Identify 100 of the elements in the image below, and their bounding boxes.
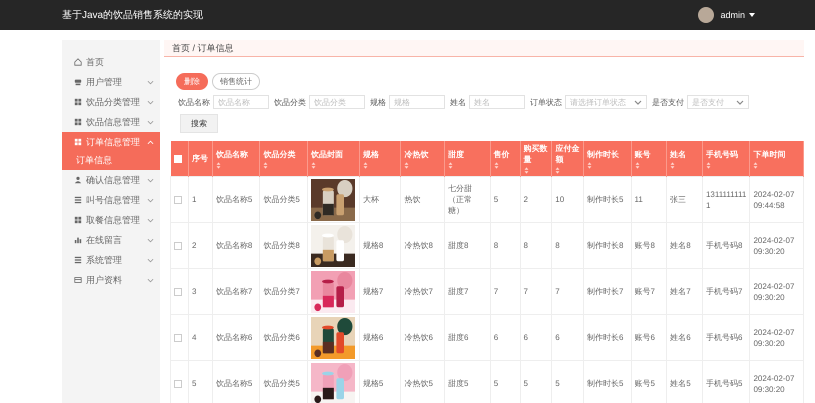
- sort-icon[interactable]: [310, 162, 316, 168]
- table-cell: 8: [494, 241, 498, 250]
- sort-icon[interactable]: [448, 162, 454, 168]
- table-cell: 2: [192, 241, 196, 250]
- chevron-icon: [147, 258, 154, 262]
- table-cell: 5: [192, 379, 196, 388]
- table-cell: 7: [555, 287, 560, 296]
- table-cell: 2024-02-07 09:30:20: [753, 236, 794, 256]
- caret-icon[interactable]: [749, 13, 755, 17]
- sort-icon[interactable]: [587, 162, 592, 168]
- sort-icon[interactable]: [555, 167, 560, 174]
- table-cell: 热饮: [404, 195, 420, 204]
- input-field[interactable]: 饮品分类: [309, 95, 365, 109]
- sidebar-item[interactable]: 用户管理: [62, 72, 160, 92]
- sort-icon[interactable]: [404, 162, 410, 168]
- select-field[interactable]: 是否支付: [687, 95, 749, 109]
- table-cell: 饮品名称5: [216, 379, 252, 388]
- column-header: 序号: [192, 153, 209, 164]
- table-cell: 规格7: [362, 287, 384, 296]
- sidebar-item[interactable]: 订单信息管理: [62, 132, 160, 152]
- table-cell: 饮品名称8: [216, 241, 252, 250]
- table-cell: 姓名8: [670, 241, 691, 250]
- filter-label: 是否支付: [652, 96, 684, 108]
- table-cell: 冷热饮6: [404, 333, 433, 342]
- sidebar-item[interactable]: 系统管理: [62, 250, 160, 270]
- table-cell: 6: [524, 333, 528, 342]
- chevron-icon: [147, 238, 154, 242]
- chevron-icon: [147, 120, 154, 124]
- table-cell: 手机号码7: [706, 287, 742, 296]
- table-cell: 手机号码5: [706, 379, 742, 388]
- table-cell: 5: [494, 379, 498, 388]
- table-cell: 5: [524, 379, 528, 388]
- breadcrumb: 首页 / 订单信息: [164, 40, 804, 57]
- input-field[interactable]: 规格: [389, 95, 445, 109]
- table-cell: 制作时长8: [587, 241, 624, 250]
- table-cell: 7: [494, 287, 498, 296]
- table-cell: 张三: [670, 195, 686, 204]
- sidebar-item[interactable]: 叫号信息管理: [62, 190, 160, 210]
- checkbox[interactable]: [174, 334, 182, 342]
- chevron-icon: [147, 100, 154, 104]
- delete-button[interactable]: 删除: [176, 73, 208, 90]
- checkbox[interactable]: [174, 242, 182, 250]
- input-field[interactable]: 饮品名称: [213, 95, 269, 109]
- table-cell: 2: [524, 195, 528, 204]
- sidebar-item[interactable]: 首页: [62, 52, 160, 72]
- filter-label: 姓名: [450, 96, 466, 108]
- table-cell: 11: [634, 195, 643, 204]
- select-field[interactable]: 请选择订单状态: [565, 95, 647, 109]
- sort-icon[interactable]: [263, 162, 268, 168]
- table-cell: 姓名7: [670, 287, 691, 296]
- sidebar-item[interactable]: 用户资料: [62, 270, 160, 290]
- input-field[interactable]: 姓名: [469, 95, 525, 109]
- sidebar-item[interactable]: 饮品分类管理: [62, 92, 160, 112]
- table-cell: 2024-02-07 09:30:20: [753, 328, 794, 348]
- table-cell: 13111111111: [706, 190, 746, 210]
- user-menu[interactable]: admin: [720, 10, 745, 20]
- sort-icon[interactable]: [362, 162, 368, 168]
- table-cell: 饮品分类5: [263, 379, 300, 388]
- chevron-icon: [147, 178, 154, 182]
- chevron-icon: [634, 100, 642, 104]
- table-cell: 账号8: [634, 241, 655, 250]
- card-icon: [74, 276, 82, 284]
- table-cell: 2024-02-07 09:44:58: [753, 190, 794, 210]
- sort-icon[interactable]: [753, 162, 758, 168]
- checkbox[interactable]: [174, 196, 182, 204]
- sort-icon[interactable]: [634, 162, 640, 168]
- sort-icon[interactable]: [524, 167, 528, 174]
- table-cell: 饮品名称5: [216, 195, 252, 204]
- sidebar-item[interactable]: 在线留言: [62, 230, 160, 250]
- sort-icon[interactable]: [216, 162, 221, 168]
- sidebar-item[interactable]: 饮品信息管理: [62, 112, 160, 132]
- avatar[interactable]: [698, 7, 714, 23]
- sidebar-subitem[interactable]: 订单信息: [62, 152, 160, 170]
- table-cell: 冷热饮7: [404, 287, 433, 296]
- grid-icon: [74, 138, 82, 146]
- table-cell: 10: [555, 195, 564, 204]
- sidebar-item[interactable]: 确认信息管理: [62, 170, 160, 190]
- filter-label: 订单状态: [530, 96, 562, 108]
- sort-icon[interactable]: [494, 162, 499, 168]
- stats-button[interactable]: 销售统计: [212, 73, 260, 90]
- sort-icon[interactable]: [706, 162, 711, 168]
- home-icon: [74, 58, 82, 66]
- person-icon: [74, 176, 82, 184]
- checkbox[interactable]: [174, 380, 182, 388]
- list-icon: [74, 256, 82, 264]
- chevron-icon: [147, 140, 154, 144]
- table-cell: 5: [494, 195, 498, 204]
- table-cell: 制作时长5: [587, 195, 624, 204]
- filter-label: 规格: [370, 96, 386, 108]
- checkbox[interactable]: [174, 288, 182, 296]
- sort-icon[interactable]: [670, 162, 676, 168]
- filter-label: 饮品名称: [178, 96, 210, 108]
- table-cell: 账号6: [634, 333, 655, 342]
- sidebar-item[interactable]: 取餐信息管理: [62, 210, 160, 230]
- search-button[interactable]: 搜索: [180, 114, 218, 133]
- table-cell: 1: [192, 195, 196, 204]
- table-cell: 2024-02-07 09:30:20: [753, 282, 794, 302]
- table-cell: 制作时长7: [587, 287, 624, 296]
- table-cell: 制作时长5: [587, 379, 624, 388]
- grid-icon: [74, 118, 82, 126]
